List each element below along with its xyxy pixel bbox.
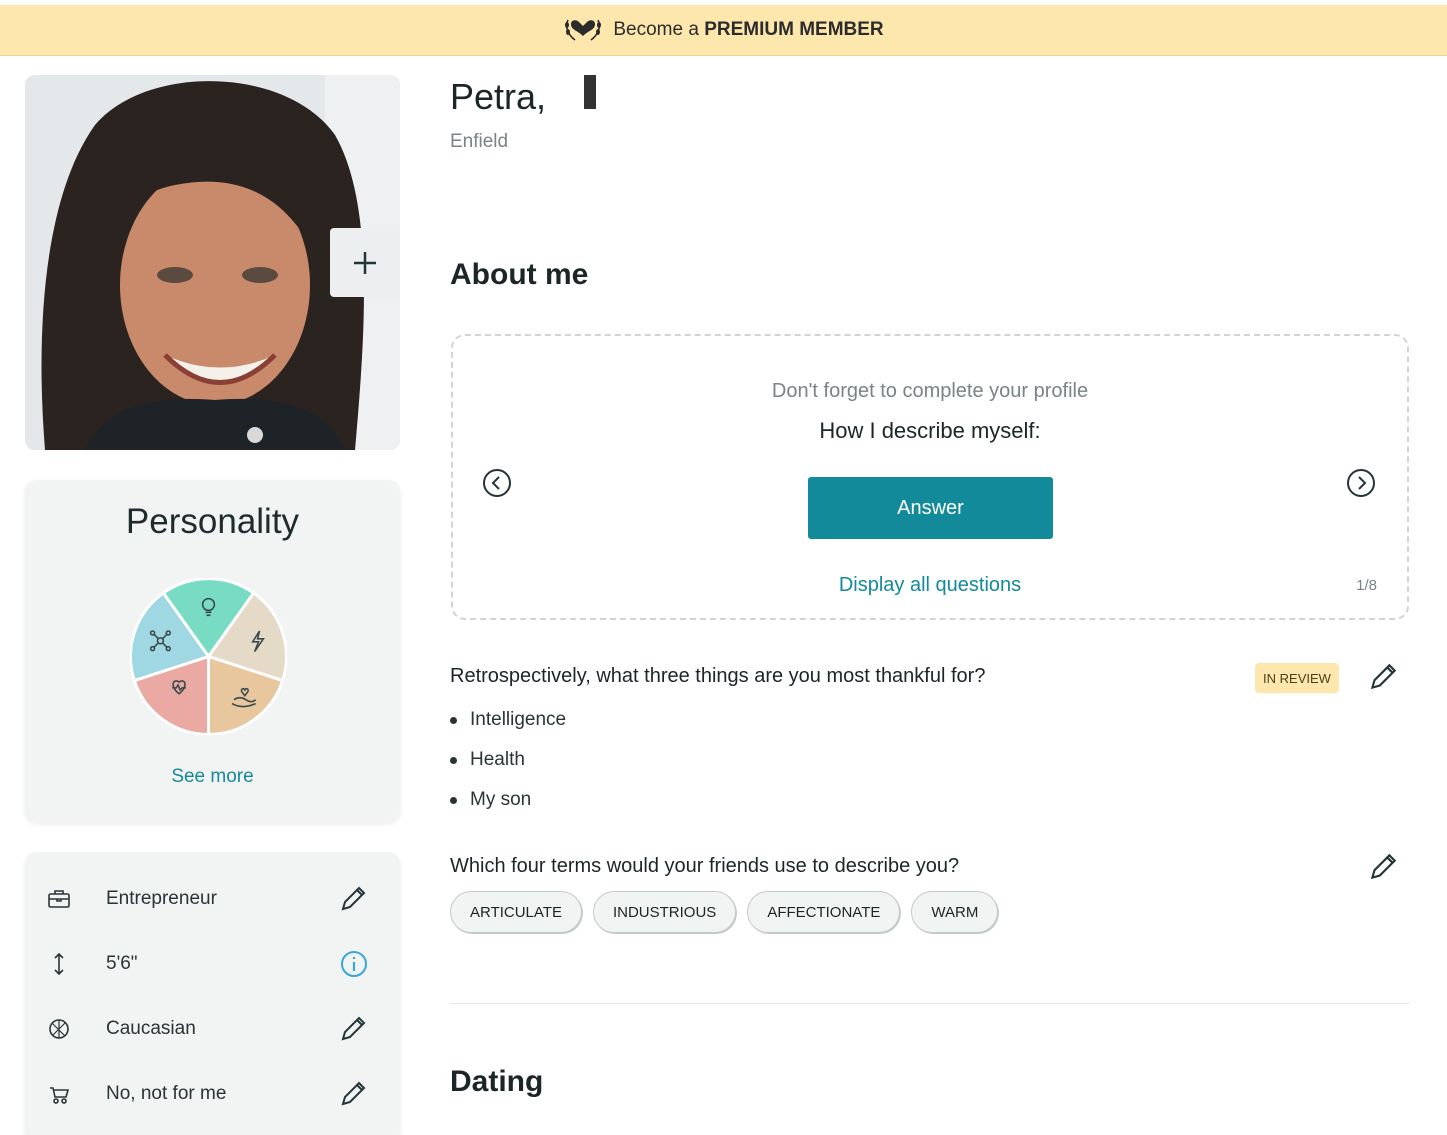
globe-icon [49, 1019, 69, 1039]
tag-chip: AFFECTIONATE [747, 891, 901, 933]
tag-chip: WARM [911, 891, 999, 933]
question-friends-terms: Which four terms would your friends use … [450, 855, 960, 877]
stroller-icon [50, 1087, 70, 1104]
dating-title: Dating [450, 1065, 544, 1098]
detail-label: 5'6" [106, 953, 138, 974]
personality-title: Personality [125, 502, 300, 541]
detail-label: Caucasian [106, 1018, 196, 1039]
info-icon[interactable] [337, 948, 369, 980]
detail-children: No, not for me [25, 1069, 400, 1119]
laurel-heart-icon [565, 19, 602, 41]
see-more-link[interactable]: See more [25, 766, 400, 788]
prompt-hint: Don't forget to complete your profile [771, 380, 1089, 402]
edit-pencil-icon[interactable] [337, 883, 369, 915]
add-photo-button[interactable] [330, 228, 400, 297]
detail-height: 5'6" [25, 939, 400, 989]
personality-card: Personality See more [25, 480, 400, 822]
edit-pencil-icon[interactable] [1366, 850, 1400, 884]
question-thankful: Retrospectively, what three things are y… [450, 665, 986, 687]
detail-label: No, not for me [106, 1083, 227, 1104]
prev-arrow-icon[interactable] [481, 467, 513, 499]
premium-banner[interactable]: Become a PREMIUM MEMBER [0, 5, 1447, 56]
list-item: My son [450, 780, 566, 820]
plus-icon [354, 251, 376, 274]
list-item: Health [450, 740, 566, 780]
banner-text: Become a PREMIUM MEMBER [613, 19, 883, 41]
banner-highlight: PREMIUM MEMBER [704, 19, 884, 40]
edit-pencil-icon[interactable] [337, 1013, 369, 1045]
display-all-questions-link[interactable]: Display all questions [453, 574, 1407, 597]
profile-city: Enfield [450, 131, 509, 152]
prompt-pager: 1/8 [1356, 577, 1377, 594]
profile-name: Petra, [450, 75, 597, 118]
tag-chip: ARTICULATE [450, 891, 582, 933]
edit-pencil-icon[interactable] [337, 1078, 369, 1110]
in-review-badge: IN REVIEW [1255, 663, 1339, 693]
detail-occupation: Entrepreneur [25, 874, 400, 924]
profile-prompt-box: Don't forget to complete your profile Ho… [451, 334, 1409, 620]
list-item: Intelligence [450, 700, 566, 740]
redacted-age [584, 75, 597, 109]
details-card: Entrepreneur 5'6" Caucasian No, not for [25, 852, 400, 1135]
thankful-answers-list: Intelligence Health My son [450, 700, 566, 820]
edit-pencil-icon[interactable] [1366, 660, 1400, 694]
section-divider [450, 1003, 1410, 1004]
personality-wheel[interactable] [130, 578, 287, 735]
prompt-question: How I describe myself: [819, 418, 1041, 443]
next-arrow-icon[interactable] [1345, 467, 1377, 499]
detail-ethnicity: Caucasian [25, 1004, 400, 1054]
banner-prefix: Become a [613, 19, 699, 40]
briefcase-icon [48, 890, 70, 908]
tag-chip: INDUSTRIOUS [592, 891, 737, 933]
detail-label: Entrepreneur [106, 888, 217, 909]
answer-button[interactable]: Answer [808, 477, 1053, 539]
height-icon [54, 952, 64, 976]
about-me-title: About me [450, 258, 589, 291]
friends-terms-tags: ARTICULATE INDUSTRIOUS AFFECTIONATE WARM [450, 891, 999, 933]
profile-name-text: Petra, [450, 76, 547, 117]
